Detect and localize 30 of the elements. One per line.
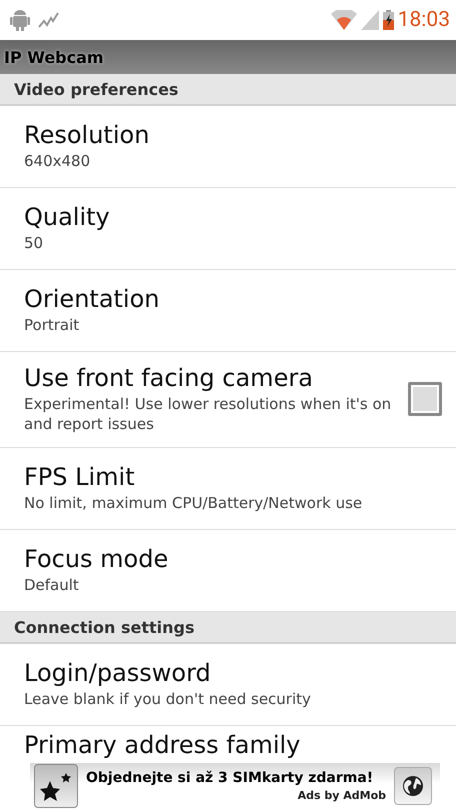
ad-attribution: Ads by AdMob — [298, 789, 386, 802]
setting-summary: Leave blank if you don't need security — [24, 689, 312, 709]
setting-title: Focus mode — [24, 545, 170, 573]
clock-time: 18:03 — [398, 8, 450, 32]
setting-summary: 50 — [24, 233, 44, 253]
globe-icon[interactable] — [394, 767, 432, 805]
setting-title: Orientation — [24, 285, 160, 313]
setting-summary: Experimental! Use lower resolutions when it's on and report issues — [24, 394, 392, 434]
app-title: IP Webcam — [4, 48, 104, 66]
setting-title: Primary address family — [24, 731, 302, 759]
setting-summary: 640x480 — [24, 151, 92, 171]
activity-graph-icon — [38, 11, 60, 29]
setting-title: FPS Limit — [24, 463, 136, 491]
signal-icon — [360, 10, 379, 30]
setting-title: Login/password — [24, 659, 212, 687]
android-icon — [10, 9, 30, 31]
wifi-icon — [330, 10, 357, 30]
ad-banner[interactable]: Objednejte si až 3 SIMkarty zdarma! Ads by AdMob — [30, 763, 440, 809]
setting-summary: Default — [24, 575, 80, 595]
setting-summary: No limit, maximum CPU/Battery/Network use — [24, 493, 364, 513]
setting-title: Use front facing camera — [24, 364, 314, 392]
setting-title: Quality — [24, 203, 111, 231]
setting-title: Resolution — [24, 121, 150, 149]
section-header: Connection settings — [0, 612, 456, 644]
stars-icon[interactable] — [34, 764, 78, 808]
setting-summary: Portrait — [24, 315, 80, 335]
battery-icon — [382, 10, 394, 30]
checkbox[interactable] — [408, 382, 442, 416]
section-header: Video preferences — [0, 74, 456, 106]
ad-headline[interactable]: Objednejte si až 3 SIMkarty zdarma! — [86, 770, 386, 786]
